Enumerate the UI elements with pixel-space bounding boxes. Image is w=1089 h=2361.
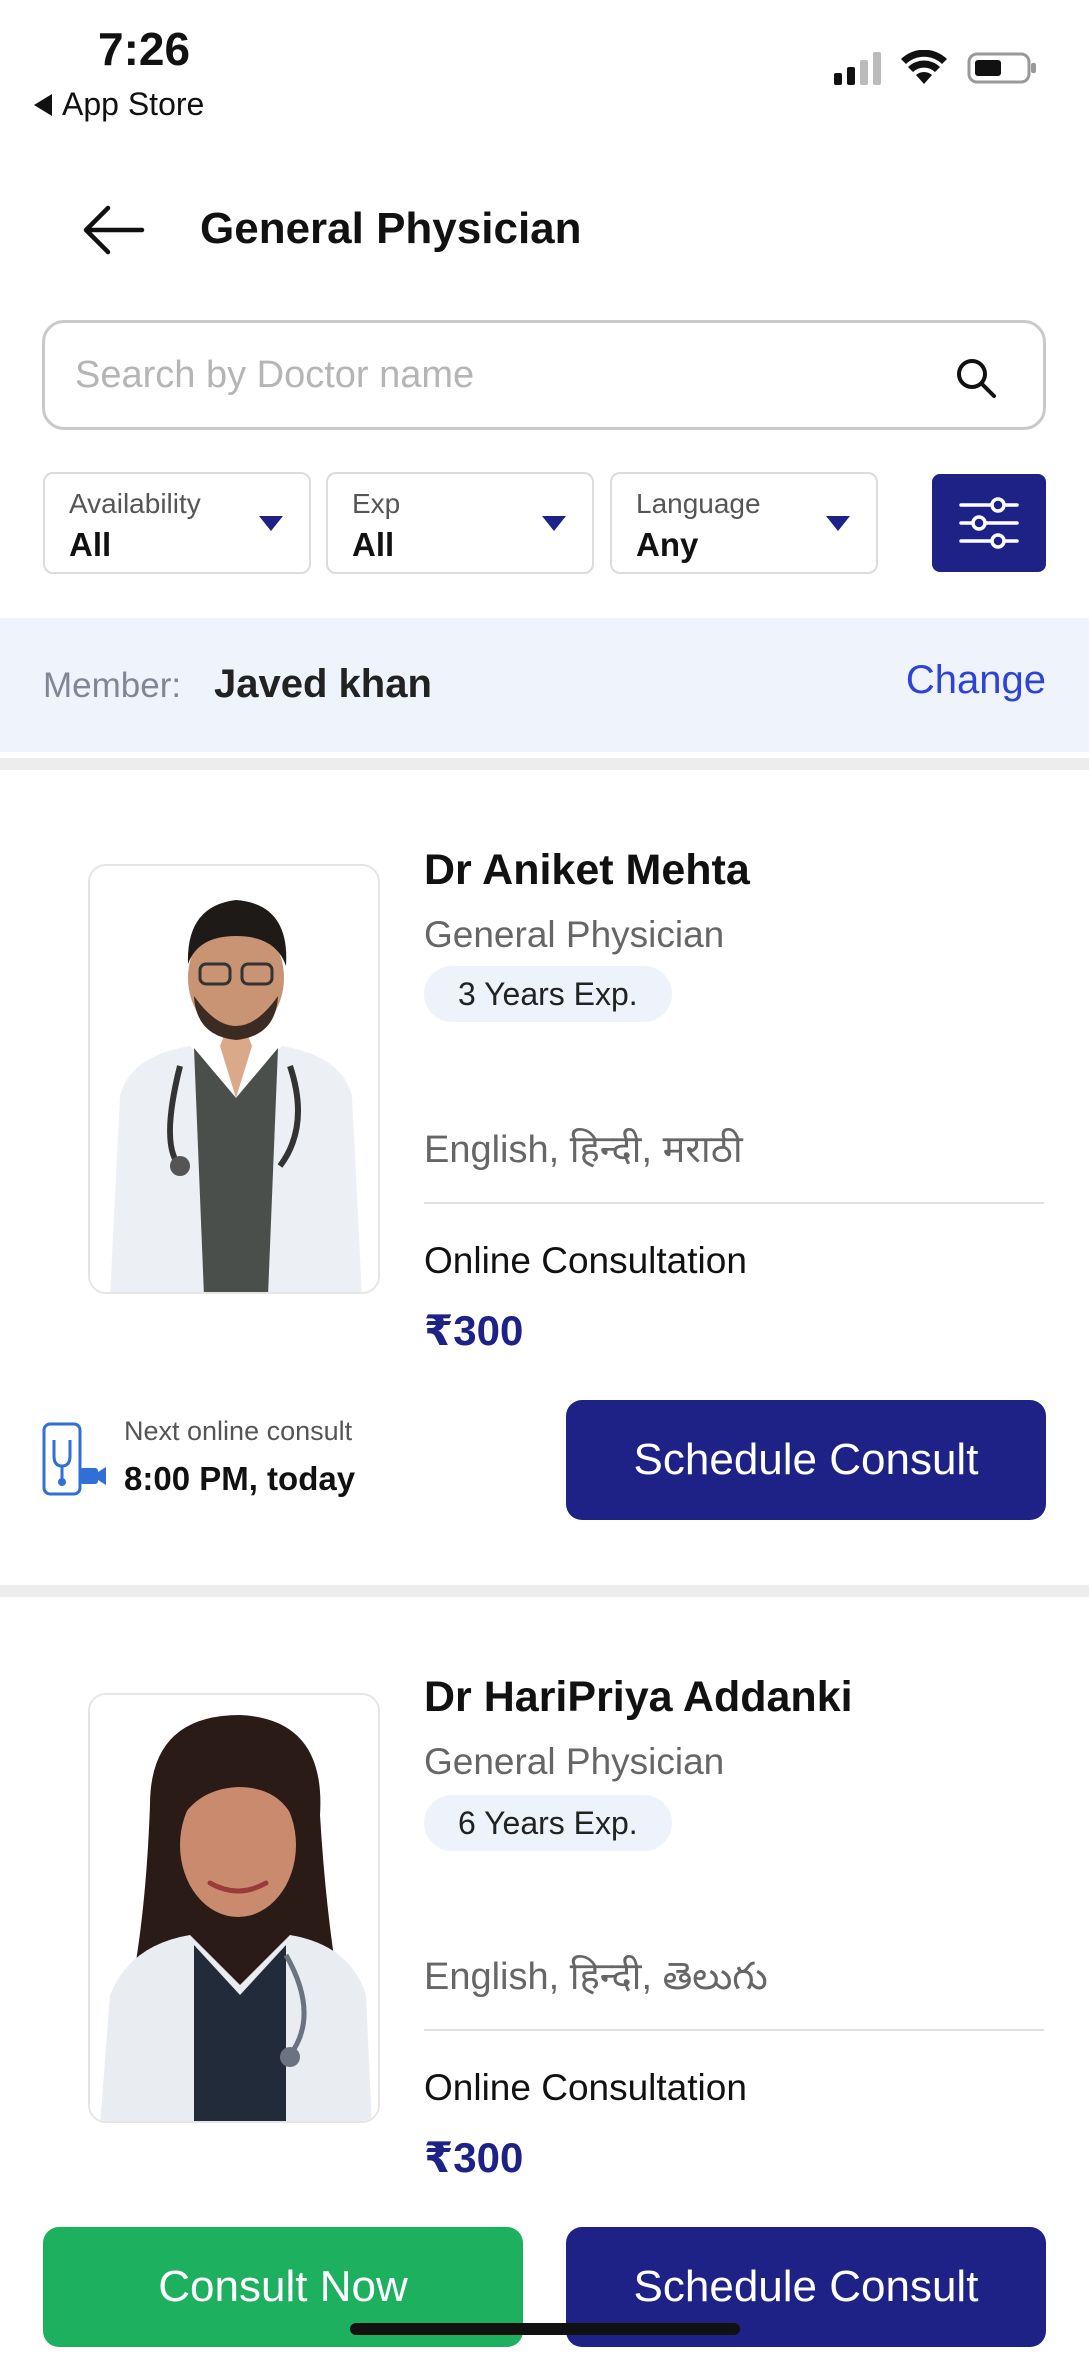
doctor-specialty: General Physician <box>424 914 725 955</box>
card-divider <box>424 2029 1044 2031</box>
filter-label: Exp <box>352 488 401 519</box>
caret-down-icon <box>259 516 283 531</box>
member-label: Member: <box>43 666 182 705</box>
doctor-card[interactable]: Dr Aniket Mehta General Physician 3 Year… <box>0 770 1089 1585</box>
caret-down-icon <box>826 516 850 531</box>
status-icons <box>834 50 1039 86</box>
next-consult-time: 8:00 PM, today <box>124 1460 356 1497</box>
back-triangle-icon <box>34 93 52 116</box>
filter-value: All <box>352 526 395 563</box>
status-bar: 7:26 App Store <box>0 0 1089 130</box>
back-app-label: App Store <box>62 86 205 122</box>
consult-type: Online Consultation <box>424 2067 747 2108</box>
member-name: Javed khan <box>214 662 432 706</box>
doctor-photo <box>88 1693 380 2123</box>
doctor-card[interactable]: Dr HariPriya Addanki General Physician 6… <box>0 1597 1089 2361</box>
home-indicator <box>350 2323 740 2335</box>
page-header: General Physician <box>0 190 1089 280</box>
section-divider <box>0 758 1089 770</box>
schedule-consult-button[interactable]: Schedule Consult <box>566 1400 1046 1520</box>
status-time: 7:26 <box>98 23 191 75</box>
experience-badge: 3 Years Exp. <box>424 966 672 1022</box>
filter-value: Any <box>636 526 699 563</box>
doctor-languages: English, हिन्दी, मराठी <box>424 1129 743 1171</box>
battery-icon <box>967 52 1036 84</box>
consult-price: ₹300 <box>424 1307 524 1354</box>
experience-badge: 6 Years Exp. <box>424 1795 672 1851</box>
phone-stethoscope-icon <box>42 1422 106 1496</box>
member-bar: Member: Javed khan Change <box>0 618 1089 752</box>
next-consult-label: Next online consult <box>124 1416 353 1446</box>
card-divider <box>424 1202 1044 1204</box>
doctor-photo <box>88 864 380 1294</box>
filter-availability[interactable]: Availability All <box>43 472 311 574</box>
doctor-name: Dr HariPriya Addanki <box>424 1673 853 1721</box>
caret-down-icon <box>542 516 566 531</box>
filter-language[interactable]: Language Any <box>610 472 878 574</box>
filter-experience[interactable]: Exp All <box>326 472 594 574</box>
consult-type: Online Consultation <box>424 1240 747 1281</box>
doctor-specialty: General Physician <box>424 1741 725 1782</box>
search-icon[interactable] <box>955 357 997 399</box>
search-box <box>42 320 1046 430</box>
doctor-name: Dr Aniket Mehta <box>424 846 750 894</box>
advanced-filter-button[interactable] <box>932 474 1046 572</box>
wifi-icon <box>901 50 947 84</box>
back-to-app-store[interactable]: App Store <box>34 86 204 123</box>
page-title: General Physician <box>200 204 582 253</box>
change-member-link[interactable]: Change <box>906 658 1046 703</box>
doctor-avatar-image <box>90 866 378 1292</box>
doctor-avatar-image <box>90 1695 378 2121</box>
doctor-languages: English, हिन्दी, తెలుగు <box>424 1956 768 1998</box>
section-divider <box>0 1585 1089 1597</box>
filter-value: All <box>69 526 112 563</box>
filter-label: Availability <box>69 488 201 519</box>
sliders-icon <box>959 497 1019 549</box>
search-input[interactable] <box>75 345 935 405</box>
back-arrow-icon[interactable] <box>78 200 148 260</box>
filter-label: Language <box>636 488 761 519</box>
cellular-signal-icon <box>834 51 881 85</box>
consult-price: ₹300 <box>424 2134 524 2181</box>
